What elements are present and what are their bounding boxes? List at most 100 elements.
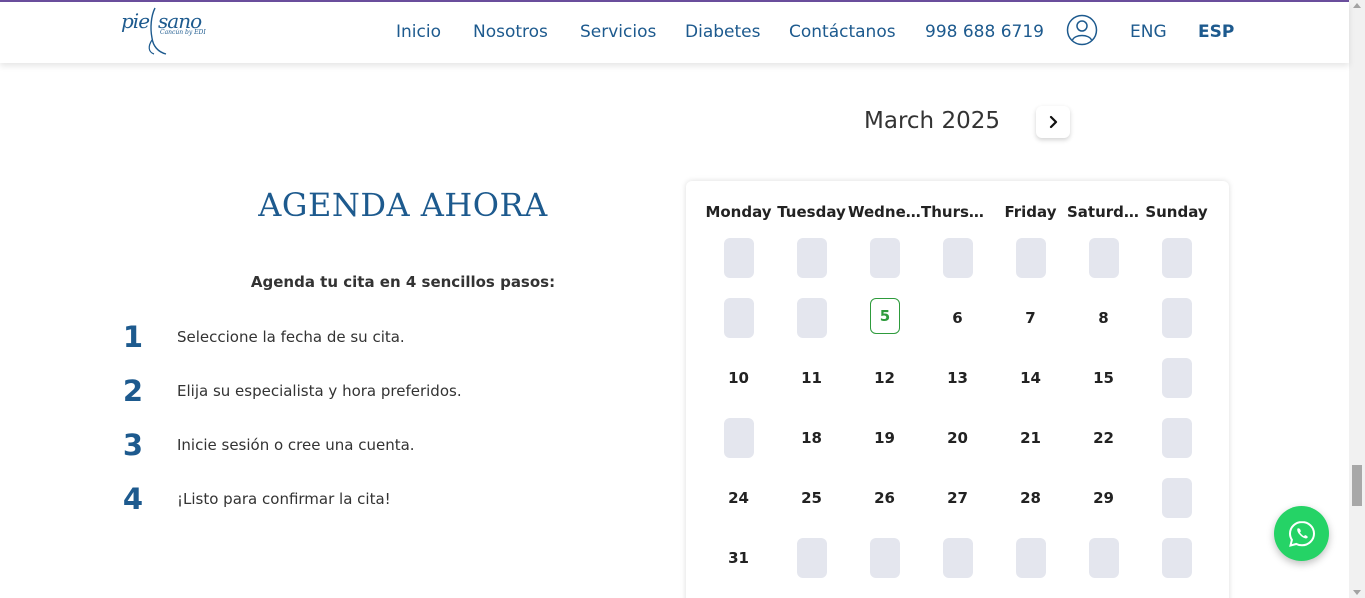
calendar-day-number: 26 xyxy=(874,489,895,507)
step-item: 3 Inicie sesión o cree una cuenta. xyxy=(118,428,618,468)
calendar-empty-cell xyxy=(702,298,775,358)
weekday-header: Friday xyxy=(1004,203,1057,221)
calendar-empty-cell xyxy=(1067,238,1140,298)
calendar-day-number: 10 xyxy=(728,369,749,387)
step-text: Elija su especialista y hora preferidos. xyxy=(177,382,462,400)
calendar-day[interactable]: 14 xyxy=(994,358,1067,418)
calendar-day[interactable]: 19 xyxy=(848,418,921,478)
calendar-empty-cell xyxy=(994,238,1067,298)
nav-contactanos[interactable]: Contáctanos xyxy=(789,22,896,42)
calendar-day-number: 31 xyxy=(728,549,749,567)
scroll-down-arrow-icon[interactable] xyxy=(1353,590,1361,595)
calendar-day[interactable]: 31 xyxy=(702,538,775,598)
calendar-empty-box xyxy=(1162,358,1192,398)
calendar-empty-cell xyxy=(1140,478,1213,538)
calendar-day[interactable]: 21 xyxy=(994,418,1067,478)
calendar-day[interactable]: 13 xyxy=(921,358,994,418)
page-title: AGENDA AHORA xyxy=(258,186,548,224)
calendar-day[interactable]: 26 xyxy=(848,478,921,538)
calendar-empty-cell xyxy=(775,538,848,598)
calendar-day[interactable]: 10 xyxy=(702,358,775,418)
calendar-empty-box xyxy=(1089,538,1119,578)
chevron-right-icon xyxy=(1049,115,1058,129)
calendar-empty-box xyxy=(1089,238,1119,278)
calendar-day-number: 7 xyxy=(1025,309,1036,327)
calendar-empty-box xyxy=(797,238,827,278)
calendar-empty-box xyxy=(1162,538,1192,578)
whatsapp-button[interactable] xyxy=(1274,506,1329,561)
calendar-empty-box xyxy=(797,298,827,338)
calendar-day-number: 13 xyxy=(947,369,968,387)
weekday-header: Thursday xyxy=(921,203,994,221)
nav-servicios[interactable]: Servicios xyxy=(580,22,656,42)
calendar-empty-box xyxy=(870,238,900,278)
calendar-day[interactable]: 18 xyxy=(775,418,848,478)
nav-nosotros[interactable]: Nosotros xyxy=(473,22,548,42)
steps-intro: Agenda tu cita en 4 sencillos pasos: xyxy=(250,273,556,291)
calendar-day[interactable]: 28 xyxy=(994,478,1067,538)
calendar-empty-box xyxy=(870,538,900,578)
calendar-empty-box xyxy=(943,238,973,278)
calendar-empty-box xyxy=(943,538,973,578)
calendar-empty-box xyxy=(724,238,754,278)
nav-inicio[interactable]: Inicio xyxy=(396,22,441,42)
vertical-scrollbar[interactable] xyxy=(1349,0,1365,598)
calendar-day-number: 24 xyxy=(728,489,749,507)
calendar-month-label: March 2025 xyxy=(864,108,1000,134)
calendar-day[interactable]: 11 xyxy=(775,358,848,418)
calendar-today-number: 5 xyxy=(870,298,900,334)
calendar-day-number: 19 xyxy=(874,429,895,447)
calendar: Monday TuesdayWednesdayThursday Friday Satu… xyxy=(686,181,1229,598)
calendar-day[interactable]: 6 xyxy=(921,298,994,358)
weekday-header: Sunday xyxy=(1145,203,1208,221)
calendar-day-number: 11 xyxy=(801,369,822,387)
lang-eng[interactable]: ENG xyxy=(1130,22,1167,42)
calendar-day[interactable]: 15 xyxy=(1067,358,1140,418)
calendar-day[interactable]: 12 xyxy=(848,358,921,418)
calendar-day[interactable]: 25 xyxy=(775,478,848,538)
calendar-day[interactable]: 5 xyxy=(848,298,921,358)
lang-esp[interactable]: ESP xyxy=(1198,22,1234,42)
calendar-day-number: 18 xyxy=(801,429,822,447)
step-number: 3 xyxy=(122,428,144,462)
nav-diabetes[interactable]: Diabetes xyxy=(685,22,760,42)
calendar-day-number: 21 xyxy=(1020,429,1041,447)
calendar-empty-cell xyxy=(848,238,921,298)
calendar-empty-cell xyxy=(848,538,921,598)
calendar-empty-box xyxy=(1162,298,1192,338)
scroll-up-arrow-icon[interactable] xyxy=(1353,3,1361,8)
calendar-empty-cell xyxy=(1140,538,1213,598)
user-circle-icon[interactable] xyxy=(1066,14,1098,46)
calendar-empty-cell xyxy=(1140,238,1213,298)
step-item: 1 Seleccione la fecha de su cita. xyxy=(118,320,618,360)
calendar-empty-cell xyxy=(702,418,775,478)
calendar-day[interactable]: 22 xyxy=(1067,418,1140,478)
calendar-day[interactable]: 24 xyxy=(702,478,775,538)
calendar-empty-cell xyxy=(921,238,994,298)
calendar-empty-cell xyxy=(1140,418,1213,478)
next-month-button[interactable] xyxy=(1036,106,1070,138)
calendar-day-number: 28 xyxy=(1020,489,1041,507)
calendar-empty-cell xyxy=(1140,298,1213,358)
calendar-day-number: 25 xyxy=(801,489,822,507)
calendar-empty-cell xyxy=(775,238,848,298)
calendar-empty-cell xyxy=(921,538,994,598)
calendar-day[interactable]: 20 xyxy=(921,418,994,478)
calendar-empty-cell xyxy=(1140,358,1213,418)
calendar-empty-box xyxy=(1162,238,1192,278)
weekday-header: Saturday xyxy=(1067,203,1140,221)
calendar-day-number: 20 xyxy=(947,429,968,447)
calendar-day[interactable]: 7 xyxy=(994,298,1067,358)
calendar-day[interactable]: 27 xyxy=(921,478,994,538)
step-number: 4 xyxy=(122,482,144,516)
calendar-day[interactable]: 8 xyxy=(1067,298,1140,358)
calendar-empty-box xyxy=(1162,418,1192,458)
weekday-header: Tuesday xyxy=(777,203,846,221)
weekday-header: Monday xyxy=(705,203,772,221)
nav-phone[interactable]: 998 688 6719 xyxy=(925,22,1044,42)
calendar-day-number: 12 xyxy=(874,369,895,387)
calendar-day[interactable]: 29 xyxy=(1067,478,1140,538)
scroll-thumb[interactable] xyxy=(1352,465,1362,506)
weekday-header: Wednesday xyxy=(848,203,921,221)
step-item: 2 Elija su especialista y hora preferido… xyxy=(118,374,618,414)
